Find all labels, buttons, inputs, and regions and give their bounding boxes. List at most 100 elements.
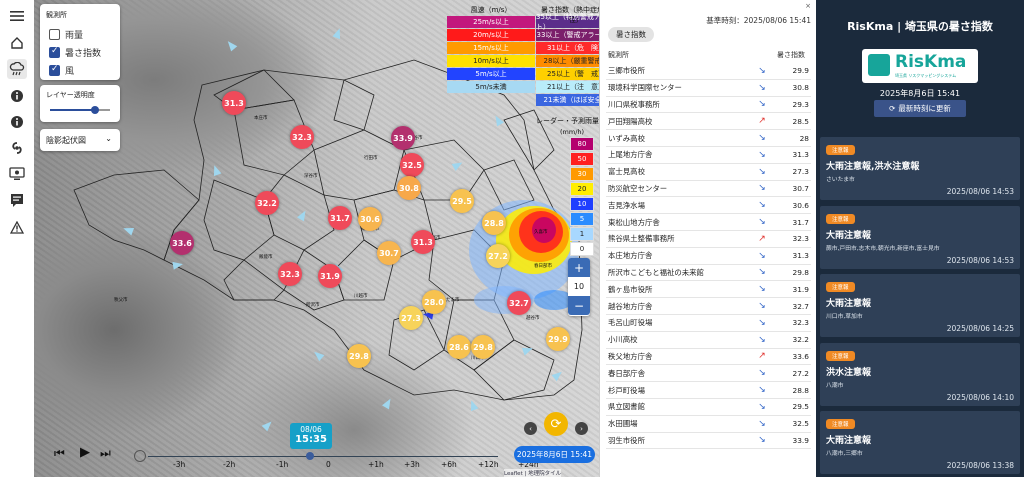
station-row[interactable]: 環境科学国際センター ↘ 30.8 [606, 79, 811, 97]
heat-index-marker[interactable]: 30.8 [397, 176, 421, 200]
station-row[interactable]: 毛呂山町役場 ↘ 32.3 [606, 314, 811, 332]
heat-index-marker[interactable]: 32.7 [507, 291, 531, 315]
zoom-in-button[interactable]: + [568, 258, 590, 277]
heat-index-marker[interactable]: 30.7 [377, 241, 401, 265]
layer-panel-title: 観測所 [46, 11, 67, 19]
heat-index-marker[interactable]: 32.5 [400, 153, 424, 177]
alert-card[interactable]: 注意報 大雨注意報 八潮市,三郷市 2025/08/06 13:38 [820, 411, 1020, 474]
station-row[interactable]: 熊谷県土整備事務所 ↗ 32.3 [606, 230, 811, 248]
station-row[interactable]: 防災航空センター ↘ 30.7 [606, 180, 811, 198]
map-attribution[interactable]: Leaflet | 地理院タイル [504, 469, 562, 477]
station-row[interactable]: 本庄地方庁舎 ↘ 31.3 [606, 247, 811, 265]
wind-checkbox[interactable] [49, 64, 60, 76]
station-row[interactable]: 川口県税事務所 ↘ 29.3 [606, 96, 811, 114]
wind-legend-row: 15m/s以上 [447, 42, 535, 54]
home-icon[interactable] [7, 33, 27, 53]
station-row[interactable]: 東松山地方庁舎 ↘ 31.7 [606, 213, 811, 231]
timeline-track[interactable] [148, 456, 498, 457]
heat-index-marker[interactable]: 33.6 [170, 231, 194, 255]
alert-card[interactable]: 注意報 大雨注意報,洪水注意報 さいたま市 2025/08/06 14:53 [820, 137, 1020, 200]
station-row[interactable]: 越谷地方庁舎 ↘ 32.7 [606, 297, 811, 315]
city-label: 春日部市 [534, 264, 552, 269]
next-arrow-icon[interactable]: › [575, 422, 588, 435]
rain-legend-title: レーダー・予測雨量 [536, 117, 599, 125]
station-row[interactable]: 富士見高校 ↘ 27.3 [606, 163, 811, 181]
heat-index-marker[interactable]: 27.3 [399, 306, 423, 330]
station-row[interactable]: 杉戸町役場 ↘ 28.8 [606, 381, 811, 399]
rain-cloud-icon[interactable] [7, 59, 27, 79]
station-value: 30.8 [773, 79, 811, 97]
station-row[interactable]: 小川高校 ↘ 32.2 [606, 331, 811, 349]
station-row[interactable]: 水田圃場 ↘ 32.5 [606, 415, 811, 433]
heat-index-marker[interactable]: 27.2 [486, 244, 510, 268]
heat-index-marker[interactable]: 29.5 [450, 189, 474, 213]
station-row[interactable]: 吉見浄水場 ↘ 30.6 [606, 196, 811, 215]
rain-legend-row: 50 [570, 152, 594, 166]
station-name: 川口県税事務所 [606, 96, 751, 114]
loop-icon[interactable] [134, 450, 146, 462]
heat-index-marker[interactable]: 31.9 [318, 264, 342, 288]
station-name: 羽生市役所 [606, 432, 751, 450]
prev-arrow-icon[interactable]: ‹ [524, 422, 537, 435]
zoom-out-button[interactable]: − [568, 296, 590, 315]
heat-index-tab[interactable]: 暑さ指数 [608, 27, 654, 42]
heat-index-marker[interactable]: 28.8 [482, 211, 506, 235]
warning-icon[interactable] [7, 217, 27, 237]
heat-index-marker[interactable]: 29.9 [546, 327, 570, 351]
heat-index-marker[interactable]: 31.3 [411, 230, 435, 254]
heat-index-marker[interactable]: 29.8 [471, 335, 495, 359]
update-latest-label: 最新時刻に更新 [898, 104, 951, 113]
typhoon-icon[interactable] [7, 138, 27, 158]
refresh-icon[interactable]: ⟳ [544, 412, 568, 436]
update-latest-button[interactable]: ⟳ 最新時刻に更新 [874, 100, 966, 117]
station-row[interactable]: 県立図書館 ↘ 29.5 [606, 398, 811, 416]
trend-arrow-icon: ↘ [751, 331, 773, 349]
station-row[interactable]: 三郷市役所 ↘ 29.9 [606, 63, 811, 80]
opacity-slider-fill [50, 109, 95, 111]
heat-index-marker[interactable]: 32.3 [278, 262, 302, 286]
heat-index-marker[interactable]: 31.3 [222, 91, 246, 115]
trend-arrow-icon: ↘ [751, 96, 773, 114]
heat-index-marker[interactable]: 32.2 [255, 191, 279, 215]
station-row[interactable]: 所沢市こどもと福祉の未来館 ↘ 29.8 [606, 264, 811, 282]
heat-index-marker[interactable]: 31.7 [328, 206, 352, 230]
station-row[interactable]: 上尾地方庁舎 ↘ 31.3 [606, 146, 811, 164]
info-icon[interactable] [7, 112, 27, 132]
station-value: 29.8 [773, 264, 811, 282]
info-icon[interactable] [7, 86, 27, 106]
play-icon[interactable]: ▶ [80, 445, 90, 460]
station-name: 水田圃場 [606, 415, 751, 433]
heat-index-marker[interactable]: 28.0 [422, 290, 446, 314]
heat-index-checkbox[interactable] [49, 46, 60, 58]
alert-title: 大雨注意報 [826, 436, 872, 446]
timeline: ⏮ ▶ ⏭ -3h -2h -1h 0 +1h +3h +6h +12h +24h [48, 440, 539, 470]
heat-index-marker[interactable]: 32.3 [290, 125, 314, 149]
skip-forward-icon[interactable]: ⏭ [100, 446, 111, 461]
map-view[interactable]: 秩父市熊谷市深谷市本庄市行田市東松山市川越市所沢市川口市越谷市春日部市さいたま市… [34, 0, 599, 477]
monitor-icon[interactable] [7, 164, 27, 184]
heat-index-marker[interactable]: 30.6 [358, 207, 382, 231]
rain-checkbox[interactable] [49, 29, 60, 40]
heat-index-marker[interactable]: 28.6 [447, 335, 471, 359]
basemap-select[interactable]: 陰影起伏図 ⌄ [40, 129, 120, 151]
alert-time: 2025/08/06 14:25 [946, 324, 1014, 333]
station-row[interactable]: 秩父地方庁舎 ↗ 33.6 [606, 348, 811, 366]
date-button[interactable]: 2025年8月6日 15:41 [514, 446, 595, 463]
alert-card[interactable]: 注意報 大雨注意報 川口市,草加市 2025/08/06 14:25 [820, 274, 1020, 337]
heat-index-marker[interactable]: 33.9 [391, 126, 415, 150]
station-row[interactable]: 戸田翔陽高校 ↗ 28.5 [606, 112, 811, 131]
alert-card[interactable]: 注意報 洪水注意報 八潮市 2025/08/06 14:10 [820, 342, 1020, 406]
opacity-slider-thumb[interactable] [91, 106, 99, 114]
station-row[interactable]: 春日部庁舎 ↘ 27.2 [606, 364, 811, 383]
timeline-thumb[interactable] [306, 452, 314, 460]
bulletin-icon[interactable] [7, 190, 27, 210]
station-row[interactable]: 羽生市役所 ↘ 33.9 [606, 432, 811, 450]
station-row[interactable]: 鶴ヶ島市役所 ↘ 31.9 [606, 280, 811, 299]
heat-index-marker[interactable]: 29.8 [347, 344, 371, 368]
station-table: 三郷市役所 ↘ 29.9 環境科学国際センター ↘ 30.8 川口県税事務所 ↘ 29.3 戸田翔… [606, 63, 811, 450]
alert-card[interactable]: 注意報 大雨注意報 蕨市,戸田市,志木市,朝光市,新座市,富士見市 2025/08/0… [820, 205, 1020, 269]
close-icon[interactable]: × [805, 2, 811, 10]
menu-icon[interactable] [7, 6, 27, 26]
skip-back-icon[interactable]: ⏮ [54, 446, 65, 461]
station-row[interactable]: いずみ高校 ↘ 28 [606, 129, 811, 147]
